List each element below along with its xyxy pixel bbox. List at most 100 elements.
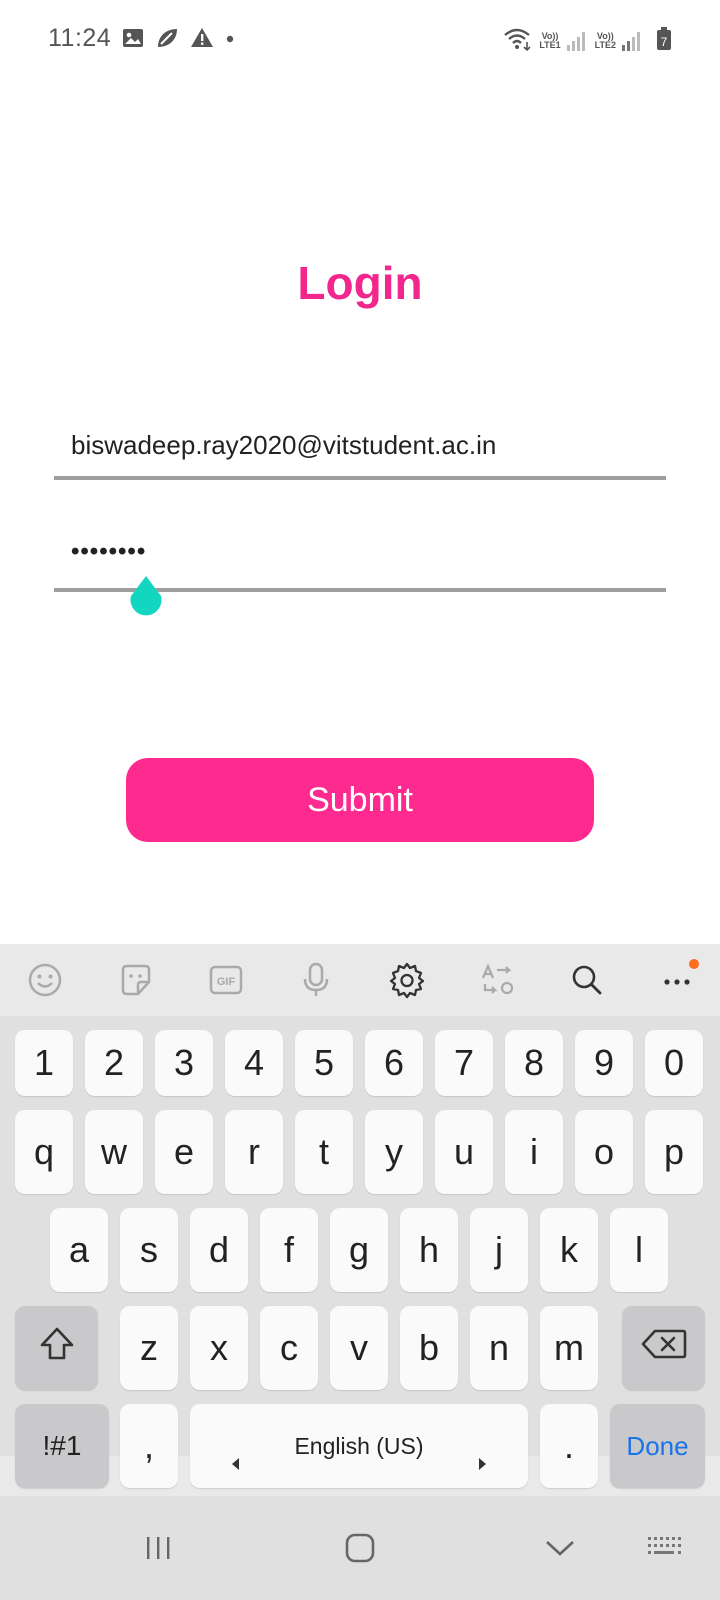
- search-icon[interactable]: [567, 960, 607, 1000]
- key-label: p: [663, 1131, 685, 1172]
- translate-icon[interactable]: [477, 960, 517, 1000]
- key-7[interactable]: 7: [435, 1030, 493, 1096]
- key-1[interactable]: 1: [15, 1030, 73, 1096]
- key-j[interactable]: j: [470, 1208, 528, 1292]
- key-label: k: [560, 1229, 578, 1270]
- sim2-label: LTE2: [594, 40, 616, 50]
- key-p[interactable]: p: [645, 1110, 703, 1194]
- key-h[interactable]: h: [400, 1208, 458, 1292]
- key-e[interactable]: e: [155, 1110, 213, 1194]
- key-5[interactable]: 5: [295, 1030, 353, 1096]
- key-label: v: [350, 1327, 368, 1368]
- symbols-key[interactable]: !#1: [15, 1404, 109, 1488]
- home-icon[interactable]: [338, 1526, 382, 1570]
- email-value: biswadeep.ray2020@vitstudent.ac.in: [71, 430, 497, 460]
- status-time: 11:24: [48, 24, 112, 52]
- key-label: i: [530, 1131, 538, 1172]
- keyboard-switch-icon[interactable]: [642, 1526, 686, 1570]
- key-m[interactable]: m: [540, 1306, 598, 1390]
- status-bar: 11:24 Vo)) LTE1 Vo)) LTE2 7: [0, 0, 720, 82]
- sticker-icon[interactable]: [116, 960, 156, 1000]
- status-system-icons: Vo)) LTE1 Vo)) LTE2 7: [503, 26, 672, 56]
- key-6[interactable]: 6: [365, 1030, 423, 1096]
- sim1-indicator: Vo)) LTE1: [539, 32, 560, 50]
- key-u[interactable]: u: [435, 1110, 493, 1194]
- key-c[interactable]: c: [260, 1306, 318, 1390]
- key-label: u: [453, 1131, 475, 1172]
- key-label: l: [635, 1229, 643, 1270]
- key-r[interactable]: r: [225, 1110, 283, 1194]
- key-label: 8: [523, 1042, 545, 1083]
- key-label: q: [33, 1131, 55, 1172]
- settings-icon[interactable]: [387, 960, 427, 1000]
- key-z[interactable]: z: [120, 1306, 178, 1390]
- hide-keyboard-icon[interactable]: [538, 1526, 582, 1570]
- gif-icon[interactable]: GIF: [206, 960, 246, 1000]
- key-label: n: [488, 1327, 510, 1368]
- warning-icon: [190, 27, 214, 53]
- key-label: s: [140, 1229, 158, 1270]
- key-i[interactable]: i: [505, 1110, 563, 1194]
- sim2-indicator: Vo)) LTE2: [595, 32, 616, 50]
- recent-apps-icon[interactable]: [137, 1526, 181, 1570]
- space-key[interactable]: English (US): [190, 1404, 528, 1488]
- key-d[interactable]: d: [190, 1208, 248, 1292]
- key-label: .: [563, 1425, 574, 1466]
- key-9[interactable]: 9: [575, 1030, 633, 1096]
- key-s[interactable]: s: [120, 1208, 178, 1292]
- key-label: 2: [103, 1042, 125, 1083]
- done-key[interactable]: Done: [610, 1404, 705, 1488]
- key-label: e: [173, 1131, 195, 1172]
- done-label: Done: [626, 1430, 689, 1461]
- key-label: !#1: [42, 1430, 82, 1461]
- key-label: f: [283, 1229, 294, 1270]
- mic-icon[interactable]: [296, 960, 336, 1000]
- key-t[interactable]: t: [295, 1110, 353, 1194]
- key-2[interactable]: 2: [85, 1030, 143, 1096]
- key-4[interactable]: 4: [225, 1030, 283, 1096]
- key-w[interactable]: w: [85, 1110, 143, 1194]
- keyboard-keys: 1 2 3 4 5 6 7 8 9 0 q w e r t y u i o p …: [0, 1016, 720, 1488]
- key-label: z: [140, 1327, 158, 1368]
- signal1-icon: [566, 31, 585, 51]
- key-0[interactable]: 0: [645, 1030, 703, 1096]
- space-label: English (US): [294, 1432, 424, 1459]
- key-q[interactable]: q: [15, 1110, 73, 1194]
- key-g[interactable]: g: [330, 1208, 388, 1292]
- key-label: 9: [593, 1042, 615, 1083]
- key-8[interactable]: 8: [505, 1030, 563, 1096]
- key-k[interactable]: k: [540, 1208, 598, 1292]
- key-label: 6: [383, 1042, 405, 1083]
- backspace-key[interactable]: [622, 1306, 705, 1390]
- key-a[interactable]: a: [50, 1208, 108, 1292]
- shift-key[interactable]: [15, 1306, 98, 1390]
- key-label: a: [68, 1229, 90, 1270]
- key-label: 0: [663, 1042, 685, 1083]
- period-key[interactable]: .: [540, 1404, 598, 1488]
- text-cursor-handle[interactable]: [128, 576, 164, 618]
- sim1-label: LTE1: [539, 40, 561, 50]
- key-b[interactable]: b: [400, 1306, 458, 1390]
- key-3[interactable]: 3: [155, 1030, 213, 1096]
- comma-key[interactable]: ,: [120, 1404, 178, 1488]
- key-label: m: [554, 1327, 584, 1368]
- key-label: 1: [33, 1042, 55, 1083]
- key-label: ,: [143, 1425, 154, 1466]
- battery-level: 7: [661, 35, 668, 49]
- key-v[interactable]: v: [330, 1306, 388, 1390]
- shift-icon: [37, 1324, 77, 1373]
- key-label: t: [318, 1131, 329, 1172]
- key-y[interactable]: y: [365, 1110, 423, 1194]
- arrow-right-icon: [478, 1438, 488, 1480]
- email-field[interactable]: biswadeep.ray2020@vitstudent.ac.in: [54, 418, 666, 482]
- key-l[interactable]: l: [610, 1208, 668, 1292]
- wifi-icon: [503, 27, 533, 56]
- key-o[interactable]: o: [575, 1110, 633, 1194]
- key-x[interactable]: x: [190, 1306, 248, 1390]
- dot-icon: [225, 31, 235, 49]
- submit-button[interactable]: Submit: [126, 758, 594, 842]
- emoji-icon[interactable]: [25, 960, 65, 1000]
- key-f[interactable]: f: [260, 1208, 318, 1292]
- key-n[interactable]: n: [470, 1306, 528, 1390]
- key-label: w: [101, 1131, 127, 1172]
